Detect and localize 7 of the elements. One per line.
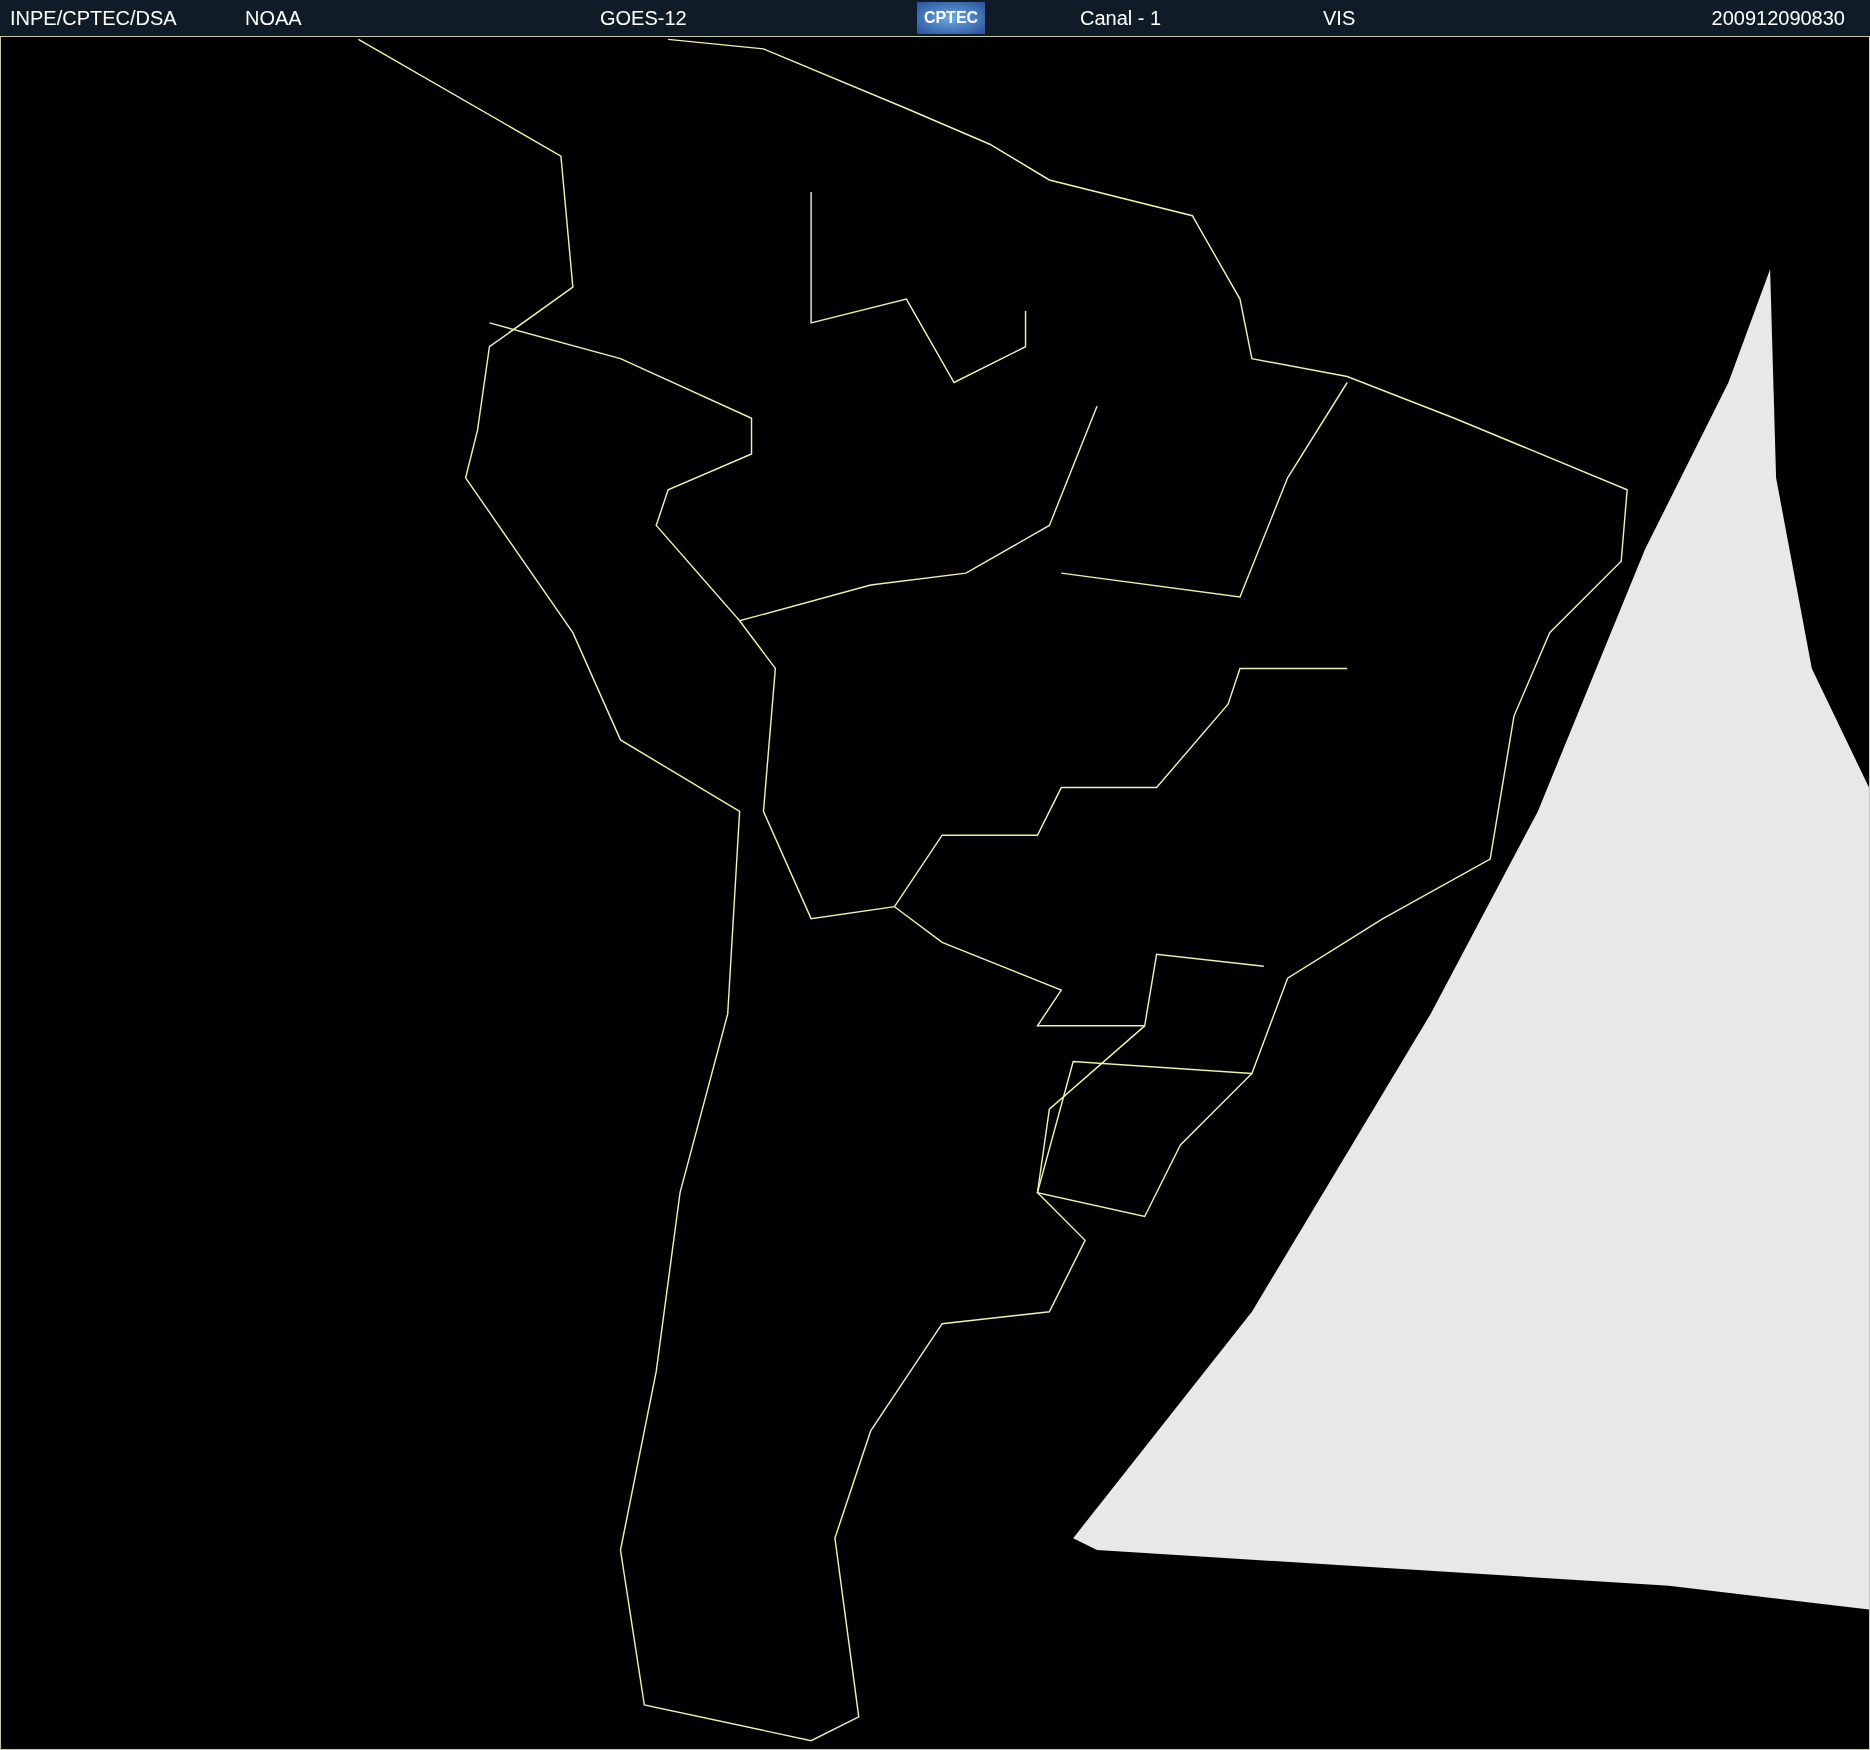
satellite-label: GOES-12: [600, 7, 687, 30]
source-label: INPE/CPTEC/DSA: [10, 7, 177, 30]
timestamp-label: 200912090830: [1711, 7, 1845, 30]
agency-label: NOAA: [245, 7, 302, 30]
logo: CPTEC: [917, 2, 985, 34]
channel-label: Canal - 1: [1080, 7, 1162, 30]
band-label: VIS: [1323, 7, 1356, 30]
